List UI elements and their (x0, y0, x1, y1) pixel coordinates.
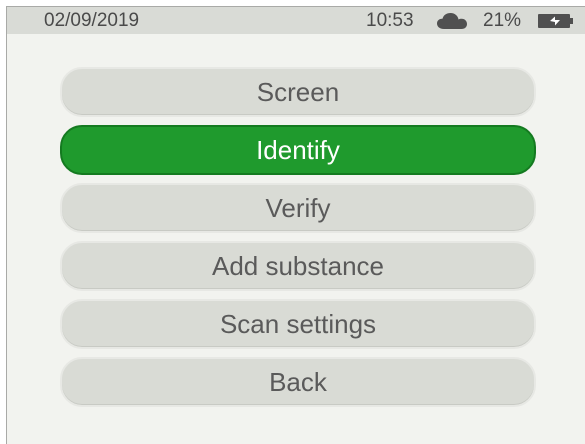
back-button-label: Back (269, 366, 327, 397)
battery-percent: 21% (483, 10, 522, 31)
status-time: 10:53 (366, 10, 414, 31)
verify-button-label: Verify (265, 192, 331, 223)
identify-button[interactable]: Identify (60, 125, 536, 175)
screen-button-label: Screen (256, 76, 340, 107)
status-bar: 02/09/2019 10:53 21% (7, 7, 585, 34)
cloud-icon (436, 12, 468, 30)
device-screen: 02/09/2019 10:53 21% Screen Identify Ver… (6, 6, 585, 444)
main-menu: Screen Identify Verify Add substance Sca… (60, 67, 536, 415)
add-substance-button-label: Add substance (211, 250, 384, 281)
identify-button-label: Identify (256, 134, 340, 165)
screen-button[interactable]: Screen (60, 67, 536, 117)
back-button[interactable]: Back (60, 357, 536, 407)
battery-charging-icon (538, 13, 574, 29)
scan-settings-button-label: Scan settings (219, 308, 377, 339)
scan-settings-button[interactable]: Scan settings (60, 299, 536, 349)
add-substance-button[interactable]: Add substance (60, 241, 536, 291)
status-date: 02/09/2019 (44, 10, 140, 31)
verify-button[interactable]: Verify (60, 183, 536, 233)
